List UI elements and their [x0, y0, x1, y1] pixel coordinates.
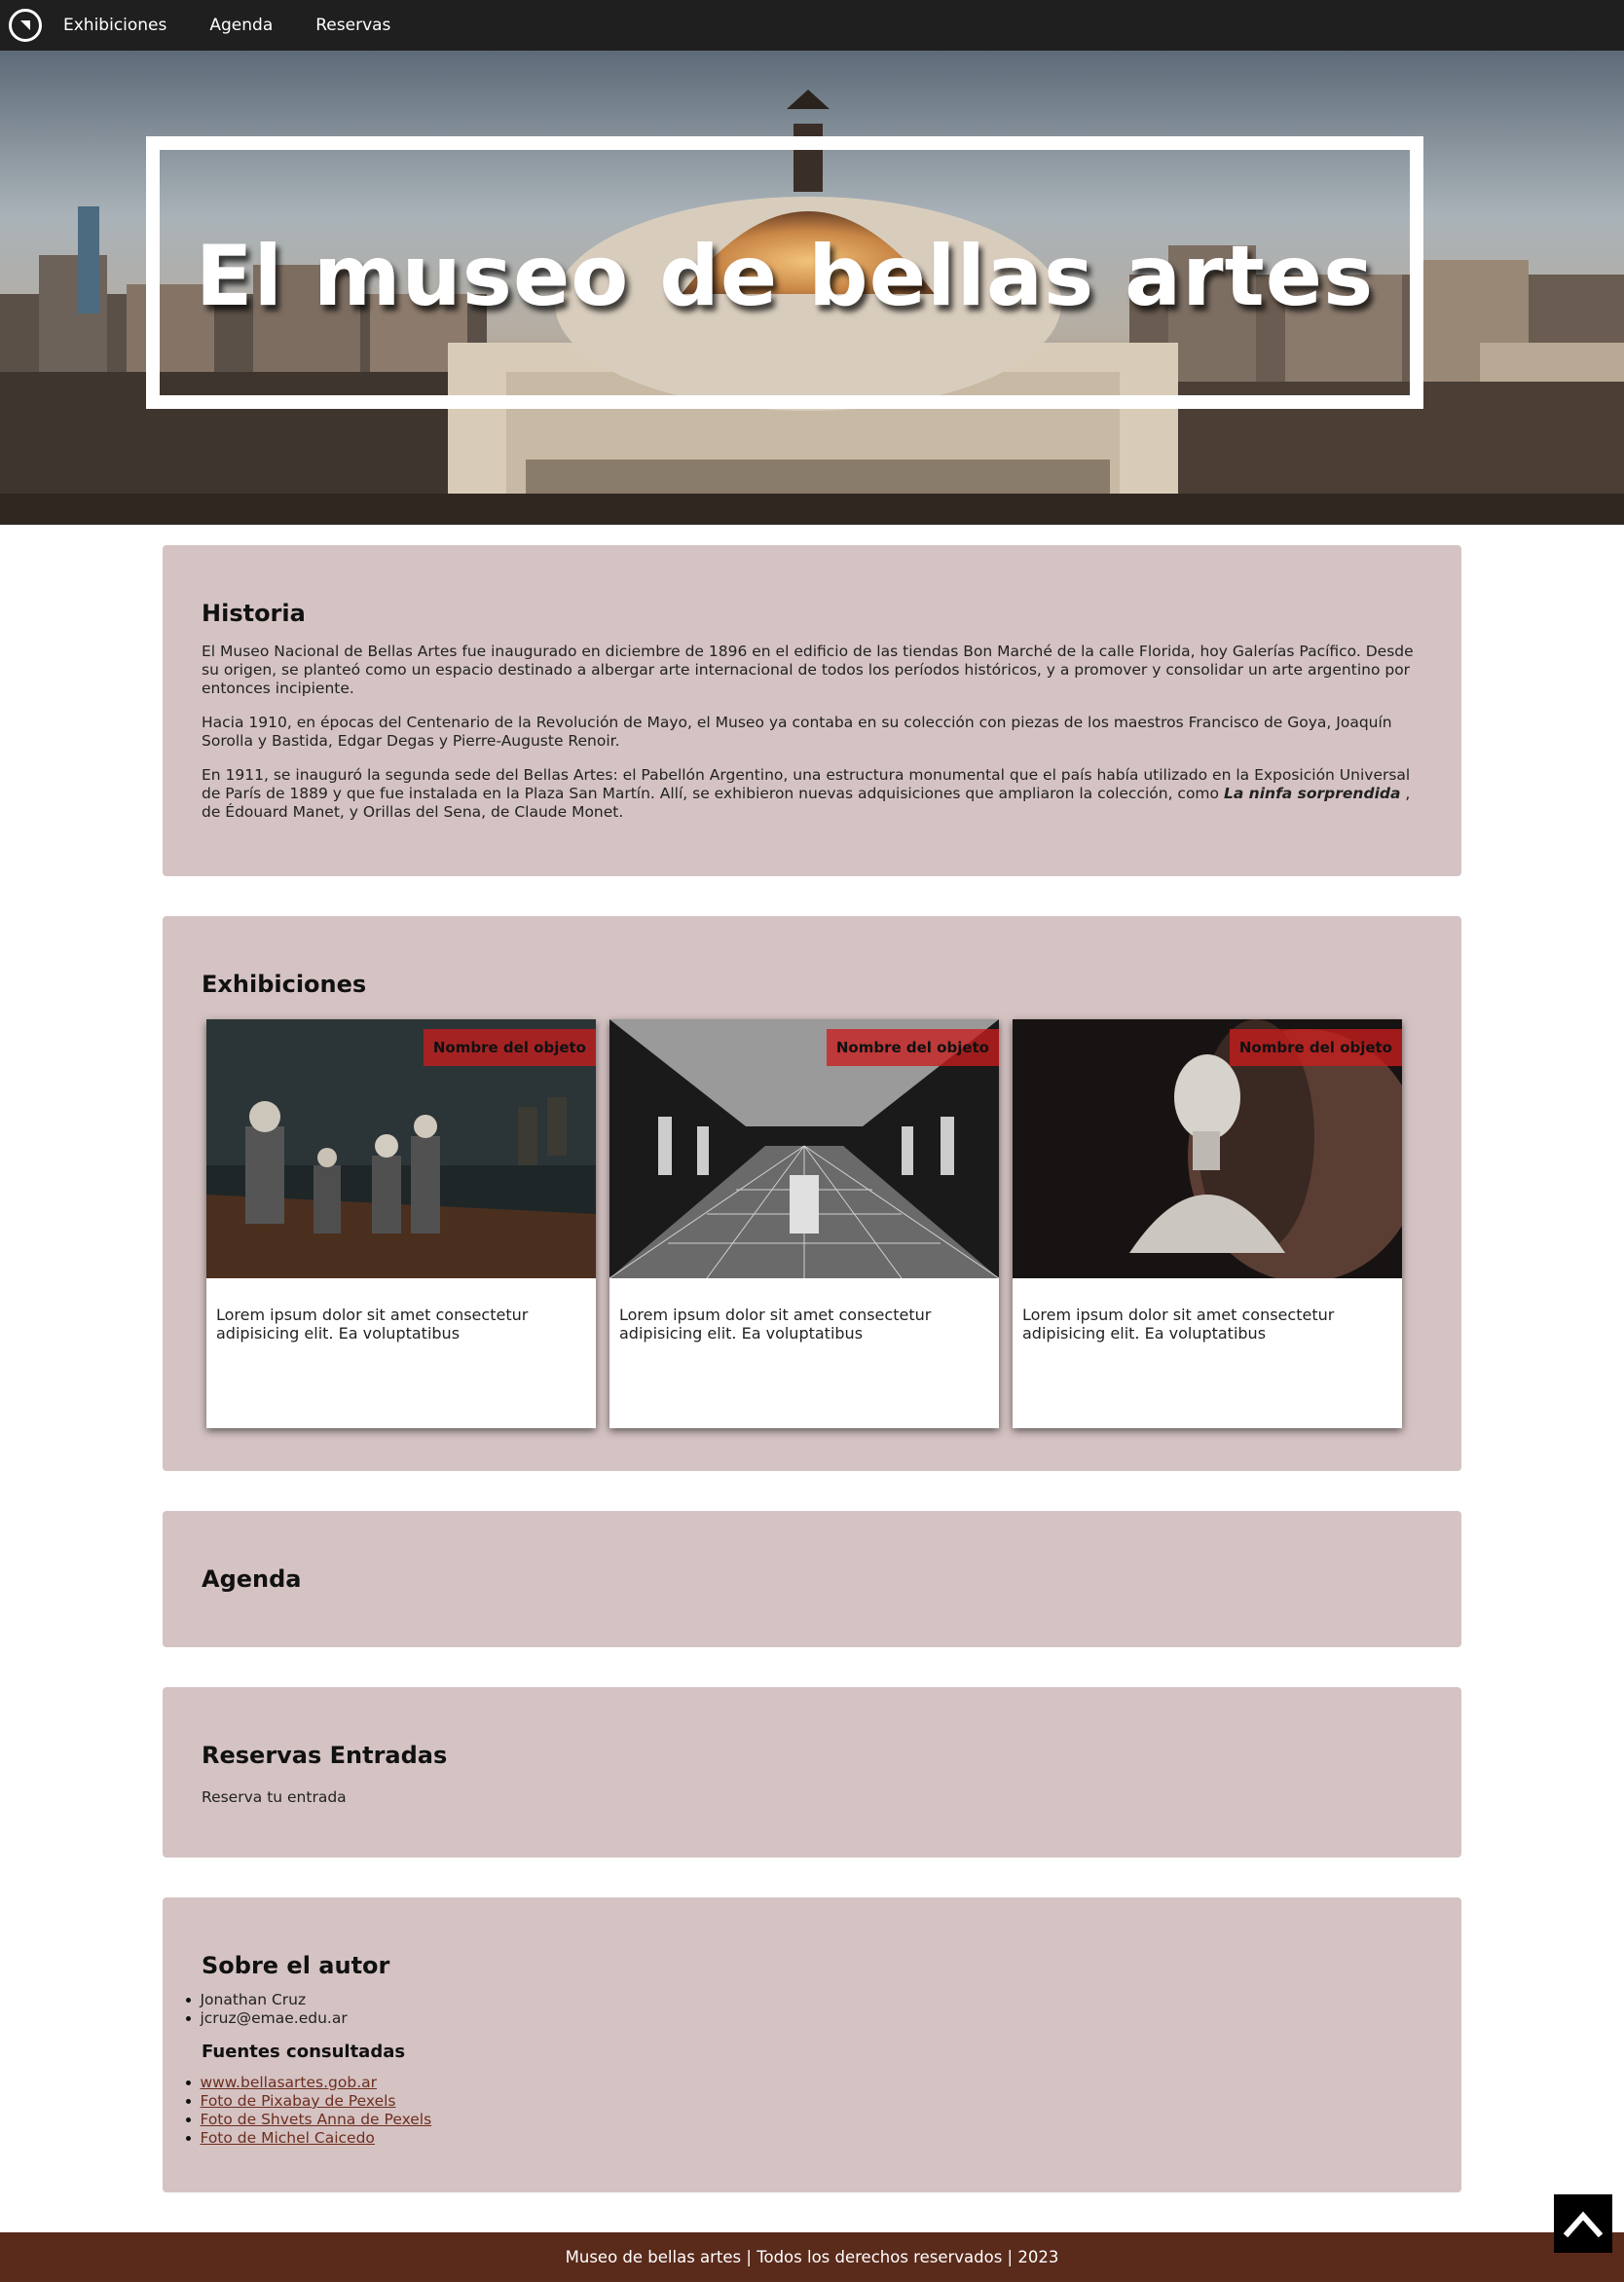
page-footer: Museo de bellas artes | Todos los derech… — [0, 2232, 1624, 2282]
source-item: Foto de Pixabay de Pexels — [200, 2092, 1422, 2111]
source-item: Foto de Shvets Anna de Pexels — [200, 2111, 1422, 2129]
source-link[interactable]: Foto de Pixabay de Pexels — [200, 2092, 395, 2110]
section-autor: Sobre el autor Jonathan Cruz jcruz@emae.… — [163, 1897, 1461, 2192]
source-link[interactable]: Foto de Michel Caicedo — [200, 2129, 374, 2147]
historia-paragraph-1: El Museo Nacional de Bellas Artes fue in… — [202, 643, 1414, 697]
footer-text: Museo de bellas artes | Todos los derech… — [565, 2248, 1059, 2266]
nav-link-exhibiciones[interactable]: Exhibiciones — [63, 16, 166, 35]
hero-banner: El museo de bellas artes — [0, 51, 1624, 525]
hero-title: El museo de bellas artes — [195, 228, 1375, 325]
exhibition-cards: Nombre del objeto Lorem ipsum dolor sit … — [206, 1019, 1402, 1428]
section-heading-reservas: Reservas Entradas — [202, 1742, 448, 1769]
logo-icon[interactable] — [9, 9, 42, 42]
exhibition-description: Lorem ipsum dolor sit amet consectetur a… — [1022, 1306, 1335, 1343]
section-heading-historia: Historia — [202, 600, 306, 627]
exhibition-image: Nombre del objeto — [1013, 1019, 1402, 1278]
section-agenda: Agenda — [163, 1511, 1461, 1647]
exhibition-image: Nombre del objeto — [206, 1019, 596, 1278]
exhibition-card[interactable]: Nombre del objeto Lorem ipsum dolor sit … — [609, 1019, 999, 1428]
artwork-title: La ninfa sorprendida — [1223, 785, 1401, 802]
chevron-up-icon — [1564, 2211, 1603, 2237]
source-item: Foto de Michel Caicedo — [200, 2129, 1422, 2148]
section-historia: Historia El Museo Nacional de Bellas Art… — [163, 545, 1461, 876]
sources-list: www.bellasartes.gob.ar Foto de Pixabay d… — [200, 2074, 1422, 2148]
section-exhibiciones: Exhibiciones Nombre del objeto Lorem ips… — [163, 916, 1461, 1471]
sources-heading: Fuentes consultadas — [202, 2042, 406, 2062]
author-email: jcruz@emae.edu.ar — [200, 2009, 1422, 2028]
exhibition-description: Lorem ipsum dolor sit amet consectetur a… — [619, 1306, 932, 1343]
object-name-tag: Nombre del objeto — [826, 1029, 999, 1066]
nav-link-reservas[interactable]: Reservas — [315, 16, 390, 35]
source-link[interactable]: www.bellasartes.gob.ar — [200, 2074, 377, 2091]
exhibition-image: Nombre del objeto — [609, 1019, 999, 1278]
exhibition-description: Lorem ipsum dolor sit amet consectetur a… — [216, 1306, 529, 1343]
section-reservas: Reservas Entradas Reserva tu entrada — [163, 1687, 1461, 1858]
top-navbar: Exhibiciones Agenda Reservas — [0, 0, 1624, 51]
exhibition-card[interactable]: Nombre del objeto Lorem ipsum dolor sit … — [206, 1019, 596, 1428]
hero-title-frame: El museo de bellas artes — [146, 136, 1423, 409]
historia-paragraph-2: Hacia 1910, en épocas del Centenario de … — [202, 714, 1392, 750]
source-item: www.bellasartes.gob.ar — [200, 2074, 1422, 2092]
author-name: Jonathan Cruz — [200, 1991, 1422, 2009]
source-link[interactable]: Foto de Shvets Anna de Pexels — [200, 2111, 431, 2128]
section-heading-agenda: Agenda — [202, 1565, 302, 1593]
historia-paragraph-3: En 1911, se inauguró la segunda sede del… — [202, 766, 1422, 822]
section-heading-exhibiciones: Exhibiciones — [202, 971, 367, 998]
section-heading-autor: Sobre el autor — [202, 1952, 390, 1979]
nav-link-agenda[interactable]: Agenda — [209, 16, 273, 35]
object-name-tag: Nombre del objeto — [1229, 1029, 1402, 1066]
author-info-list: Jonathan Cruz jcruz@emae.edu.ar — [200, 1991, 1422, 2028]
back-to-top-button[interactable] — [1554, 2194, 1612, 2253]
object-name-tag: Nombre del objeto — [423, 1029, 596, 1066]
reservas-text: Reserva tu entrada — [202, 1788, 347, 1806]
exhibition-card[interactable]: Nombre del objeto Lorem ipsum dolor sit … — [1013, 1019, 1402, 1428]
